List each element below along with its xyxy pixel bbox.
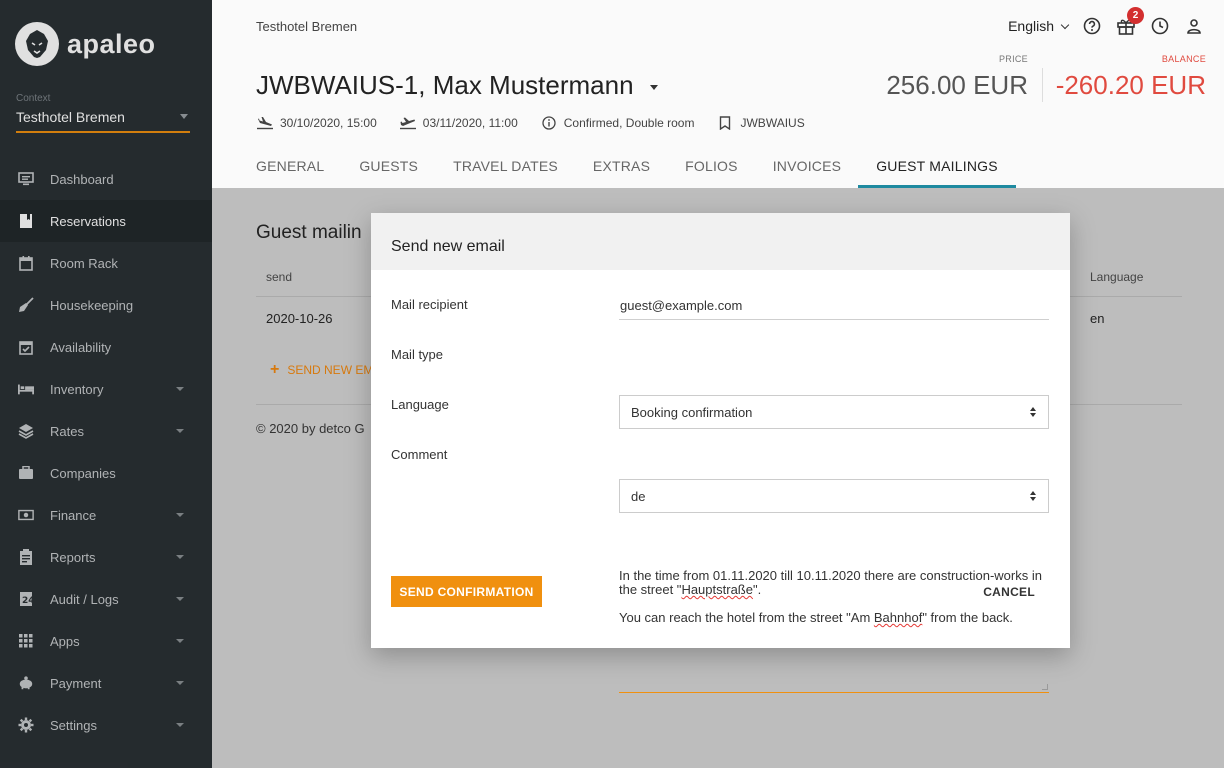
misspelled-word: Hauptstraße bbox=[681, 582, 753, 597]
status-info: Confirmed, Double room bbox=[540, 116, 695, 130]
column-header-send: send bbox=[266, 270, 293, 284]
mail-type-select[interactable]: Booking confirmation bbox=[619, 395, 1049, 429]
caret-down-icon bbox=[649, 85, 658, 90]
reservation-title-text: JWBWAIUS-1, Max Mustermann bbox=[256, 70, 634, 100]
balance-label: BALANCE bbox=[1161, 54, 1206, 64]
bookmark-outline-icon bbox=[716, 116, 734, 130]
tab-extras[interactable]: EXTRAS bbox=[593, 146, 650, 188]
chevron-down-icon bbox=[1060, 20, 1070, 29]
status-text: Confirmed, Double room bbox=[563, 116, 695, 130]
select-arrows-icon bbox=[1030, 407, 1038, 419]
section-title: Guest mailin bbox=[256, 222, 362, 243]
tab-invoices[interactable]: INVOICES bbox=[773, 146, 842, 188]
language-select[interactable]: de bbox=[619, 479, 1049, 513]
comment-label: Comment bbox=[391, 447, 448, 462]
price-block: PRICE 256.00 EUR bbox=[886, 54, 1028, 101]
gift-icon[interactable]: 2 bbox=[1116, 7, 1144, 36]
send-new-email-label: SEND NEW EM bbox=[287, 363, 374, 377]
recipient-input[interactable]: guest@example.com bbox=[619, 298, 1049, 320]
info-icon bbox=[540, 116, 558, 130]
tab-general[interactable]: GENERAL bbox=[256, 146, 324, 188]
price-value: 256.00 EUR bbox=[886, 70, 1028, 100]
mail-type-label: Mail type bbox=[391, 347, 444, 362]
tab-guest-mailings[interactable]: GUEST MAILINGS bbox=[858, 146, 1016, 188]
notification-badge: 2 bbox=[1127, 7, 1144, 24]
comment-text: " from the back. bbox=[922, 610, 1013, 625]
send-confirmation-button[interactable]: SEND CONFIRMATION bbox=[391, 576, 542, 607]
reservation-title[interactable]: JWBWAIUS-1, Max Mustermann bbox=[256, 70, 658, 101]
arrival-datetime: 30/10/2020, 15:00 bbox=[280, 116, 377, 130]
copyright: © 2020 by detco G bbox=[256, 421, 365, 436]
misspelled-word: Bahnhof bbox=[873, 610, 923, 625]
mailing-language: en bbox=[1090, 311, 1105, 326]
tab-folios[interactable]: FOLIOS bbox=[685, 146, 738, 188]
plane-departure-icon bbox=[399, 116, 417, 130]
hotel-name: Testhotel Bremen bbox=[256, 19, 358, 34]
divider bbox=[1042, 68, 1043, 102]
recipient-label: Mail recipient bbox=[391, 297, 468, 312]
arrival-info: 30/10/2020, 15:00 bbox=[256, 116, 377, 130]
cancel-button[interactable]: CANCEL bbox=[983, 576, 1035, 607]
reservation-header: Testhotel Bremen English 2 JWBWAIUS-1, M… bbox=[212, 0, 1224, 188]
language-switcher[interactable]: English bbox=[1008, 18, 1070, 34]
language-label: Language bbox=[391, 397, 449, 412]
help-icon[interactable] bbox=[1082, 16, 1102, 36]
tab-travel-dates[interactable]: TRAVEL DATES bbox=[453, 146, 558, 188]
reservation-tabs: GENERAL GUESTS TRAVEL DATES EXTRAS FOLIO… bbox=[256, 146, 1033, 188]
departure-datetime: 03/11/2020, 11:00 bbox=[422, 116, 518, 130]
comment-paragraph: You can reach the hotel from the street … bbox=[619, 611, 1049, 625]
booking-id: JWBWAIUS bbox=[740, 116, 805, 130]
balance-value: -260.20 EUR bbox=[1055, 70, 1206, 100]
user-icon[interactable] bbox=[1184, 16, 1204, 36]
price-label: PRICE bbox=[998, 54, 1028, 64]
departure-info: 03/11/2020, 11:00 bbox=[399, 116, 518, 130]
booking-id-info[interactable]: JWBWAIUS bbox=[716, 116, 805, 130]
top-toolbar: English 2 bbox=[1008, 7, 1204, 36]
mail-type-value: Booking confirmation bbox=[631, 405, 753, 420]
balance-block: BALANCE -260.20 EUR bbox=[1056, 54, 1206, 101]
reservation-meta: 30/10/2020, 15:00 03/11/2020, 11:00 Conf… bbox=[256, 116, 827, 130]
modal-backdrop[interactable] bbox=[0, 0, 212, 768]
comment-text: ". bbox=[752, 582, 762, 597]
plane-arrival-icon bbox=[256, 116, 274, 130]
mailing-date: 2020-10-26 bbox=[266, 311, 333, 326]
column-header-language: Language bbox=[1090, 270, 1144, 284]
language-select-value: de bbox=[631, 489, 646, 504]
send-new-email-link[interactable]: + SEND NEW EM bbox=[270, 361, 373, 379]
language-value: English bbox=[1008, 18, 1054, 34]
clock-icon[interactable] bbox=[1150, 16, 1170, 36]
dialog-title: Send new email bbox=[371, 213, 1070, 270]
plus-icon: + bbox=[270, 361, 280, 378]
send-email-dialog: Send new email Mail recipient guest@exam… bbox=[371, 213, 1070, 693]
resize-handle-icon[interactable] bbox=[1042, 684, 1048, 690]
select-arrows-icon bbox=[1030, 491, 1038, 503]
tab-guests[interactable]: GUESTS bbox=[359, 146, 418, 188]
comment-text: You can reach the hotel from the street … bbox=[619, 610, 874, 625]
